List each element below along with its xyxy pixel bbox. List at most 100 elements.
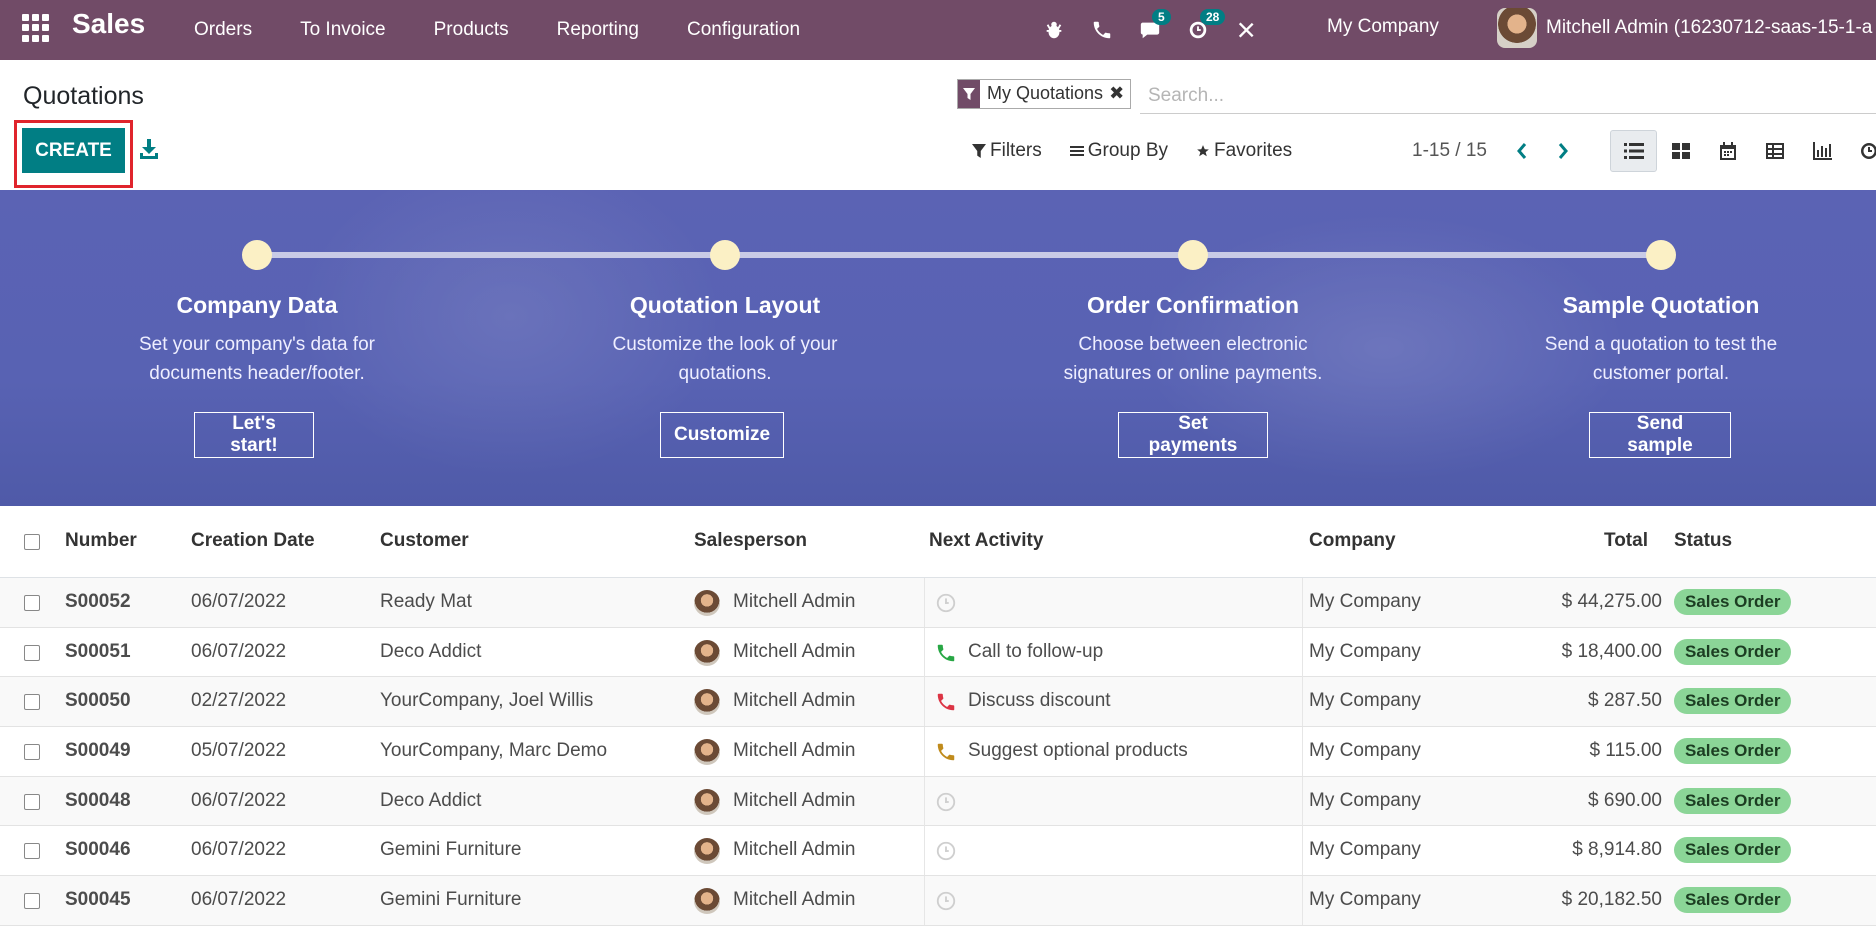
phone-icon[interactable] <box>935 741 957 763</box>
clock-icon[interactable] <box>935 890 957 912</box>
salesperson-avatar <box>694 739 720 766</box>
row-company: My Company <box>1309 889 1421 911</box>
menu-configuration[interactable]: Configuration <box>687 19 800 41</box>
step-title: Company Data <box>176 292 338 318</box>
row-checkbox[interactable] <box>24 793 40 810</box>
row-salesperson: Mitchell Admin <box>733 640 856 662</box>
row-creation-date: 06/07/2022 <box>191 889 287 911</box>
activity-view-icon[interactable] <box>1845 130 1876 172</box>
facet-label: My Quotations <box>987 83 1104 103</box>
menu-products[interactable]: Products <box>434 19 509 41</box>
header-total[interactable]: Total <box>1604 530 1648 552</box>
pager-previous-icon[interactable] <box>1509 136 1535 166</box>
pager-next-icon[interactable] <box>1550 136 1576 166</box>
download-icon[interactable] <box>139 138 159 160</box>
step-dot <box>710 240 740 270</box>
row-company: My Company <box>1309 690 1421 712</box>
row-checkbox[interactable] <box>24 694 40 711</box>
pager-value[interactable]: 1-15 / 15 <box>1412 140 1487 162</box>
step-description: Customize the look of your quotations. <box>612 334 838 384</box>
list-view-icon[interactable] <box>1610 130 1657 172</box>
row-checkbox[interactable] <box>24 744 40 761</box>
bug-icon[interactable] <box>1030 0 1078 60</box>
row-number: S00051 <box>65 640 131 662</box>
send-sample-button[interactable]: Send sample <box>1589 412 1731 458</box>
set-payments-button[interactable]: Set payments <box>1118 412 1268 458</box>
row-company: My Company <box>1309 640 1421 662</box>
row-checkbox[interactable] <box>24 843 40 860</box>
table-row[interactable]: S00046 06/07/2022 Gemini Furniture Mitchell… <box>0 826 1876 877</box>
apps-menu-icon[interactable] <box>22 14 50 42</box>
header-company[interactable]: Company <box>1309 530 1396 552</box>
row-checkbox[interactable] <box>24 893 40 910</box>
header-status[interactable]: Status <box>1674 530 1732 552</box>
customize-button[interactable]: Customize <box>660 412 784 458</box>
search-facet: My Quotations ✖ <box>957 79 1132 109</box>
row-total: $ 8,914.80 <box>1572 839 1662 861</box>
favorites-button[interactable]: Favorites <box>1196 140 1292 162</box>
menu-reporting[interactable]: Reporting <box>557 19 639 41</box>
row-salesperson: Mitchell Admin <box>733 740 856 762</box>
row-creation-date: 06/07/2022 <box>191 789 287 811</box>
step-dot <box>242 240 272 270</box>
menu-to-invoice[interactable]: To Invoice <box>300 19 386 41</box>
salesperson-avatar <box>694 888 720 915</box>
row-next-activity: Suggest optional products <box>968 740 1188 762</box>
menu-orders[interactable]: Orders <box>194 19 252 41</box>
phone-icon[interactable] <box>1078 0 1126 60</box>
activities-clock-icon[interactable]: 28 <box>1174 0 1226 60</box>
table-row[interactable]: S00052 06/07/2022 Ready Mat Mitchell Admin M… <box>0 578 1876 628</box>
row-customer: Deco Addict <box>380 789 482 811</box>
table-row[interactable]: S00049 05/07/2022 YourCompany, Marc Demo Mi… <box>0 727 1876 777</box>
table-row[interactable]: S00048 06/07/2022 Deco Addict Mitchell Admi… <box>0 776 1876 827</box>
user-menu[interactable]: Mitchell Admin (16230712-saas-15-1-a <box>1497 8 1872 48</box>
phone-icon[interactable] <box>935 642 957 664</box>
row-customer: YourCompany, Joel Willis <box>380 690 594 712</box>
row-customer: Gemini Furniture <box>380 889 522 911</box>
facet-remove-icon[interactable]: ✖ <box>1109 80 1130 108</box>
table-body: S00052 06/07/2022 Ready Mat Mitchell Admin M… <box>0 578 1876 926</box>
step-dot <box>1646 240 1676 270</box>
table-row[interactable]: S00045 06/07/2022 Gemini Furniture Mitchell… <box>0 876 1876 926</box>
graph-view-icon[interactable] <box>1798 130 1845 172</box>
create-button[interactable]: CREATE <box>22 128 125 173</box>
row-number: S00045 <box>65 889 131 911</box>
table-row[interactable]: S00050 02/27/2022 YourCompany, Joel Willis… <box>0 677 1876 728</box>
step-title: Order Confirmation <box>1086 292 1300 318</box>
kanban-view-icon[interactable] <box>1657 130 1704 172</box>
row-creation-date: 05/07/2022 <box>191 740 287 762</box>
app-brand[interactable]: Sales <box>72 8 145 40</box>
messages-count-badge: 5 <box>1152 9 1171 25</box>
header-creation-date[interactable]: Creation Date <box>191 530 315 552</box>
clock-icon[interactable] <box>935 592 957 614</box>
header-number[interactable]: Number <box>65 530 137 552</box>
clock-icon[interactable] <box>935 791 957 813</box>
row-creation-date: 06/07/2022 <box>191 591 287 612</box>
pivot-view-icon[interactable] <box>1751 130 1798 172</box>
select-all-checkbox[interactable] <box>24 534 40 550</box>
tools-icon[interactable] <box>1222 0 1270 60</box>
calendar-view-icon[interactable] <box>1704 130 1751 172</box>
row-creation-date: 06/07/2022 <box>191 839 287 861</box>
lets-start-button[interactable]: Let's start! <box>194 412 314 458</box>
table-row[interactable]: S00051 06/07/2022 Deco Addict Mitchell Admi… <box>0 627 1876 678</box>
row-customer: Gemini Furniture <box>380 839 522 861</box>
filters-button[interactable]: Filters <box>972 140 1042 162</box>
header-customer[interactable]: Customer <box>380 530 469 552</box>
messages-icon[interactable]: 5 <box>1126 0 1174 60</box>
step-description: Choose between electronic signatures or o… <box>1063 334 1323 384</box>
row-checkbox[interactable] <box>24 595 40 611</box>
search-actions: Filters Group By Favorites <box>972 140 1320 162</box>
row-next-activity: Discuss discount <box>968 690 1111 712</box>
row-checkbox[interactable] <box>24 644 40 661</box>
clock-icon[interactable] <box>935 840 957 862</box>
phone-icon[interactable] <box>935 691 957 713</box>
onboarding-progress-line <box>257 252 1661 258</box>
search-input[interactable] <box>1140 78 1876 114</box>
group-by-button[interactable]: Group By <box>1069 140 1168 162</box>
header-next-activity[interactable]: Next Activity <box>929 530 1043 552</box>
row-salesperson: Mitchell Admin <box>733 591 856 612</box>
company-switcher[interactable]: My Company <box>1327 16 1439 38</box>
header-salesperson[interactable]: Salesperson <box>694 530 807 552</box>
step-title: Sample Quotation <box>1562 292 1760 318</box>
